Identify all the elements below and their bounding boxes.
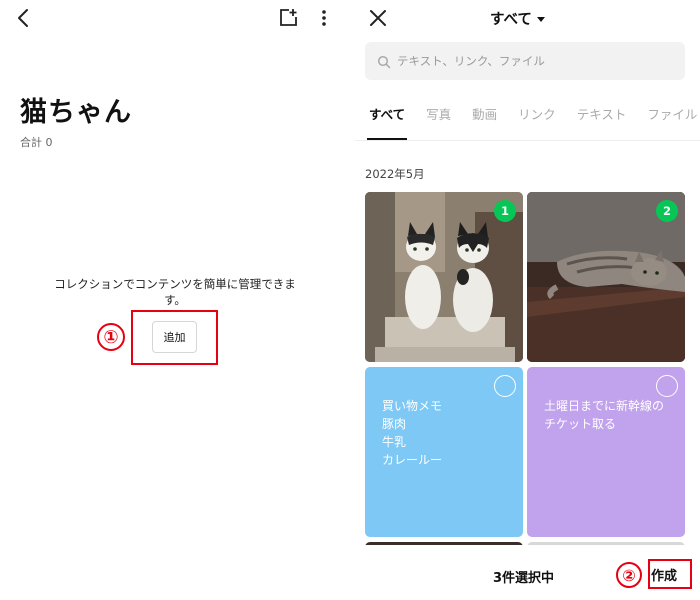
tab-files[interactable]: ファイル [647, 104, 697, 140]
memo-line: チケット取る [544, 417, 617, 431]
search-placeholder: テキスト、リンク、ファイル [397, 54, 545, 68]
photo-tile-lying-cat[interactable]: 2 [527, 192, 685, 362]
more-icon[interactable] [312, 6, 336, 30]
search-icon [377, 54, 391, 69]
collection-count: 合計 0 [20, 136, 53, 149]
memo-tile-ticket[interactable]: 土曜日までに新幹線の チケット取る [527, 367, 685, 537]
memo-line: 牛乳 [382, 435, 407, 449]
filter-dropdown[interactable]: すべて [490, 5, 545, 31]
memo-line: 買い物メモ [382, 399, 443, 413]
selection-circle[interactable] [494, 375, 516, 397]
selection-badge-2[interactable]: 2 [656, 200, 678, 222]
selection-badge-1[interactable]: 1 [494, 200, 516, 222]
create-button[interactable]: 作成 [651, 565, 677, 584]
memo-line: カレールー [382, 453, 443, 467]
annotation-step-2: ② [616, 562, 642, 588]
collection-detail-screen: 猫ちゃん 合計 0 コレクションでコンテンツを簡単に管理できます。 ① 追加 [0, 0, 345, 600]
selection-circle[interactable] [656, 375, 678, 397]
memo-text: 買い物メモ 豚肉 牛乳 カレールー [382, 397, 442, 469]
tab-text[interactable]: テキスト [577, 104, 627, 140]
search-input[interactable]: テキスト、リンク、ファイル [365, 42, 685, 80]
filter-label: すべて [490, 11, 532, 28]
select-content-screen: すべて テキスト、リンク、ファイル すべて 写真 動画 リンク テキスト ファイ… [355, 0, 700, 600]
memo-line: 豚肉 [382, 417, 407, 431]
collection-title: 猫ちゃん [20, 97, 132, 128]
selection-bottom-bar: 3件選択中 ② 作成 [355, 545, 700, 600]
add-button[interactable]: 追加 [152, 321, 197, 353]
empty-state-message: コレクションでコンテンツを簡単に管理できます。 [54, 277, 296, 307]
content-type-tabs: すべて 写真 動画 リンク テキスト ファイル [366, 104, 700, 140]
tab-divider [355, 140, 700, 141]
back-icon[interactable] [12, 6, 36, 30]
date-section-header: 2022年5月 [365, 167, 425, 181]
tab-photos[interactable]: 写真 [426, 104, 451, 140]
memo-line: 土曜日までに新幹線の [544, 399, 665, 413]
close-icon[interactable] [367, 7, 389, 29]
tab-videos[interactable]: 動画 [472, 104, 497, 140]
memo-text: 土曜日までに新幹線の チケット取る [544, 397, 664, 433]
annotation-step-1: ① [97, 323, 125, 351]
add-content-icon[interactable] [276, 6, 300, 30]
tab-all[interactable]: すべて [366, 104, 408, 140]
caret-down-icon [536, 16, 545, 22]
tab-links[interactable]: リンク [518, 104, 556, 140]
photo-tile-cats[interactable]: 1 [365, 192, 523, 362]
selected-count: 3件選択中 [493, 571, 555, 586]
memo-tile-shopping[interactable]: 買い物メモ 豚肉 牛乳 カレールー [365, 367, 523, 537]
